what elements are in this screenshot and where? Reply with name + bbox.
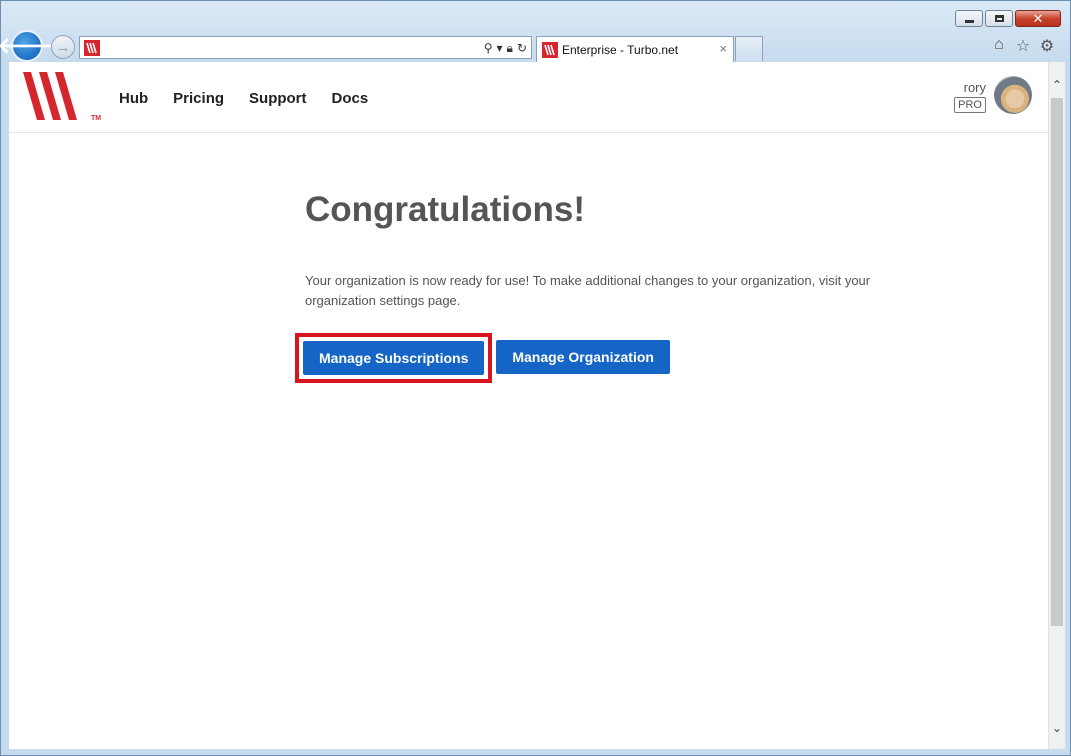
gear-icon[interactable]: ⚙	[1038, 36, 1056, 56]
nav-hub[interactable]: Hub	[119, 90, 148, 107]
nav-pricing[interactable]: Pricing	[173, 90, 224, 107]
window-caption-buttons: ✕	[955, 10, 1061, 27]
address-input[interactable]	[104, 39, 464, 56]
action-buttons: Manage Subscriptions Manage Organization	[295, 333, 670, 383]
page-title: Congratulations!	[305, 190, 585, 229]
scroll-down-icon[interactable]: ⌄	[1049, 721, 1065, 735]
address-bar[interactable]: ⚲ ▾ 🔒︎ ↻	[79, 36, 532, 59]
browser-window: ✕ 🡐 → ⚲ ▾ 🔒︎ ↻ Enterprise - Turbo.net × …	[0, 0, 1071, 756]
forward-button[interactable]: →	[51, 35, 75, 59]
refresh-icon[interactable]: ↻	[517, 42, 527, 54]
lock-icon[interactable]: 🔒︎	[507, 42, 513, 54]
maximize-icon	[994, 15, 1004, 22]
maximize-button[interactable]	[985, 10, 1013, 27]
dropdown-icon[interactable]: ▾	[497, 42, 503, 54]
turbo-favicon-icon	[542, 42, 558, 58]
turbo-favicon-icon	[84, 40, 100, 56]
nav-docs[interactable]: Docs	[332, 90, 369, 107]
address-tools: ⚲ ▾ 🔒︎ ↻	[484, 39, 527, 56]
search-icon[interactable]: ⚲	[484, 42, 493, 54]
back-arrow-icon: 🡐	[0, 33, 57, 58]
minimize-icon	[964, 19, 974, 23]
site-header: TM Hub Pricing Support Docs rory PRO	[9, 62, 1048, 133]
pro-badge: PRO	[954, 97, 986, 113]
turbo-logo[interactable]: TM	[23, 72, 103, 122]
minimize-button[interactable]	[955, 10, 983, 27]
tab-title: Enterprise - Turbo.net	[562, 43, 679, 57]
close-window-button[interactable]: ✕	[1015, 10, 1061, 27]
manage-subscriptions-button[interactable]: Manage Subscriptions	[303, 341, 485, 375]
back-button[interactable]: 🡐	[0, 30, 57, 62]
vertical-scrollbar[interactable]: ⌃ ⌄	[1048, 62, 1065, 749]
browser-toolbar: ⌂ ☆ ⚙	[990, 36, 1056, 56]
favorites-star-icon[interactable]: ☆	[1014, 36, 1032, 56]
home-icon[interactable]: ⌂	[990, 36, 1008, 56]
page-viewport: TM Hub Pricing Support Docs rory PRO Con…	[9, 62, 1048, 749]
scroll-up-icon[interactable]: ⌃	[1049, 78, 1065, 92]
confirmation-message: Your organization is now ready for use! …	[305, 273, 871, 308]
main-nav: Hub Pricing Support Docs	[119, 90, 368, 107]
highlight-box: Manage Subscriptions	[295, 333, 493, 383]
scroll-thumb[interactable]	[1051, 98, 1063, 626]
username: rory	[963, 80, 986, 95]
nav-support[interactable]: Support	[249, 90, 307, 107]
forward-arrow-icon: →	[55, 38, 71, 56]
new-tab-button[interactable]	[735, 36, 763, 61]
close-icon: ✕	[1032, 11, 1044, 26]
avatar[interactable]	[994, 76, 1032, 114]
tab-enterprise[interactable]: Enterprise - Turbo.net ×	[536, 36, 734, 62]
svg-text:TM: TM	[91, 115, 101, 122]
tab-close-icon[interactable]: ×	[719, 41, 727, 56]
manage-organization-button[interactable]: Manage Organization	[496, 340, 670, 374]
main-content: Congratulations! Your organization is no…	[295, 190, 905, 383]
